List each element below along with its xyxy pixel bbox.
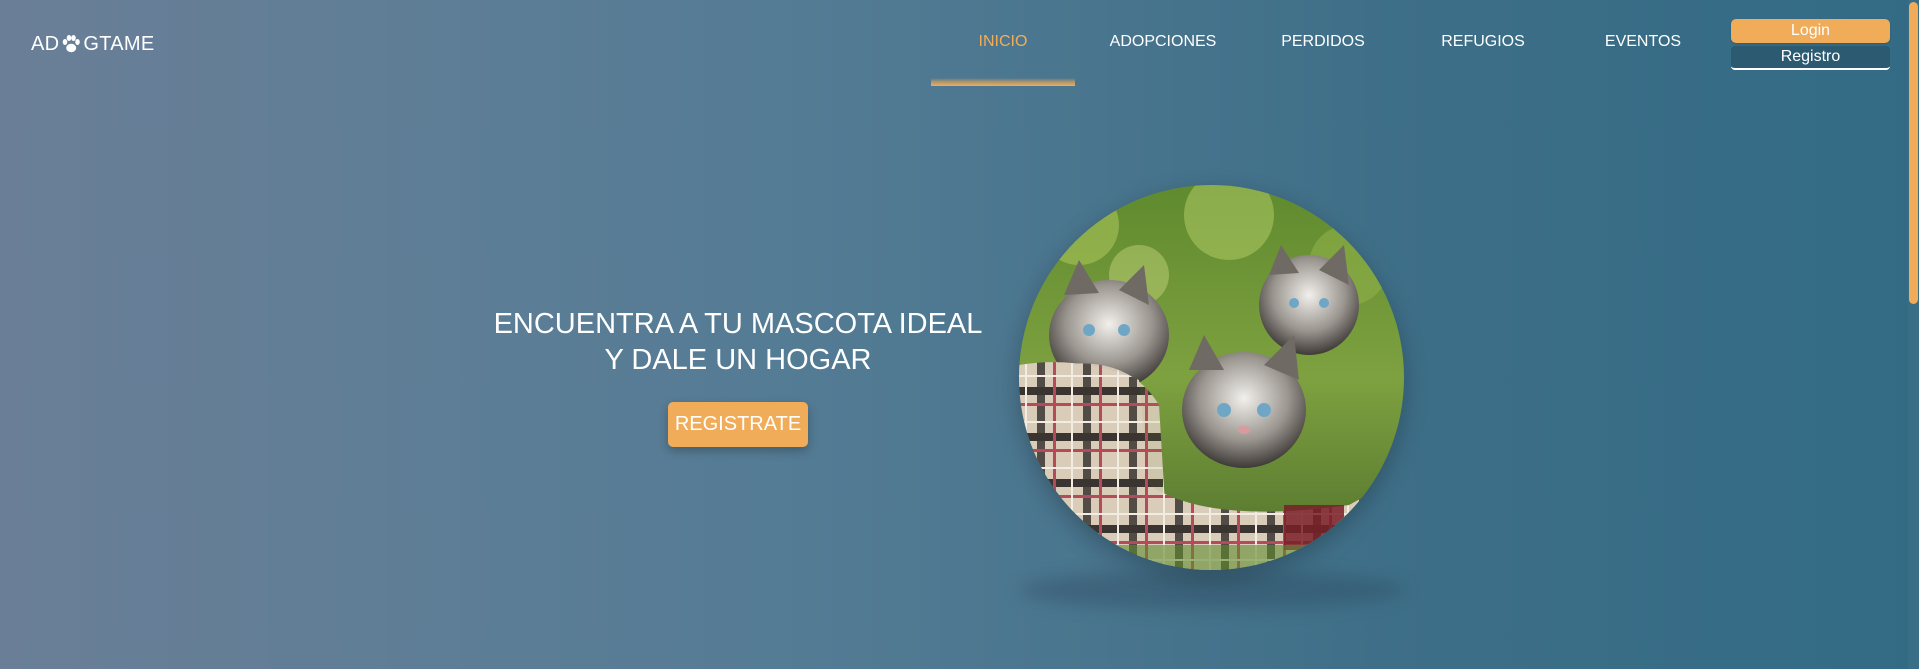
- nav-item-adopciones[interactable]: ADOPCIONES: [1091, 33, 1235, 51]
- nav-item-inicio[interactable]: INICIO: [931, 33, 1075, 51]
- hero-headline-line2: Y DALE UN HOGAR: [604, 344, 872, 376]
- register-button[interactable]: Registro: [1731, 46, 1890, 70]
- hero-image-shadow: [1020, 570, 1405, 610]
- hero-kittens-image: [1019, 185, 1404, 570]
- register-cta-button[interactable]: REGISTRATE: [668, 402, 808, 447]
- hero-headline: ENCUENTRA A TU MASCOTA IDEAL Y DALE UN H…: [488, 306, 988, 378]
- brand-name-suffix: GTAME: [83, 32, 155, 55]
- hero-headline-line1: ENCUENTRA A TU MASCOTA IDEAL: [493, 308, 983, 340]
- nav-item-perdidos[interactable]: PERDIDOS: [1251, 33, 1395, 51]
- scrollbar-thumb[interactable]: [1909, 2, 1918, 304]
- brand-logo[interactable]: AD GTAME: [31, 32, 155, 56]
- nav-active-indicator: [931, 78, 1075, 86]
- page-scrollbar[interactable]: [1908, 0, 1919, 669]
- nav-item-eventos[interactable]: EVENTOS: [1571, 33, 1715, 51]
- nav-item-refugios[interactable]: REFUGIOS: [1411, 33, 1555, 51]
- login-button[interactable]: Login: [1731, 19, 1890, 43]
- brand-name-prefix: AD: [31, 32, 60, 55]
- paw-icon: [60, 33, 82, 55]
